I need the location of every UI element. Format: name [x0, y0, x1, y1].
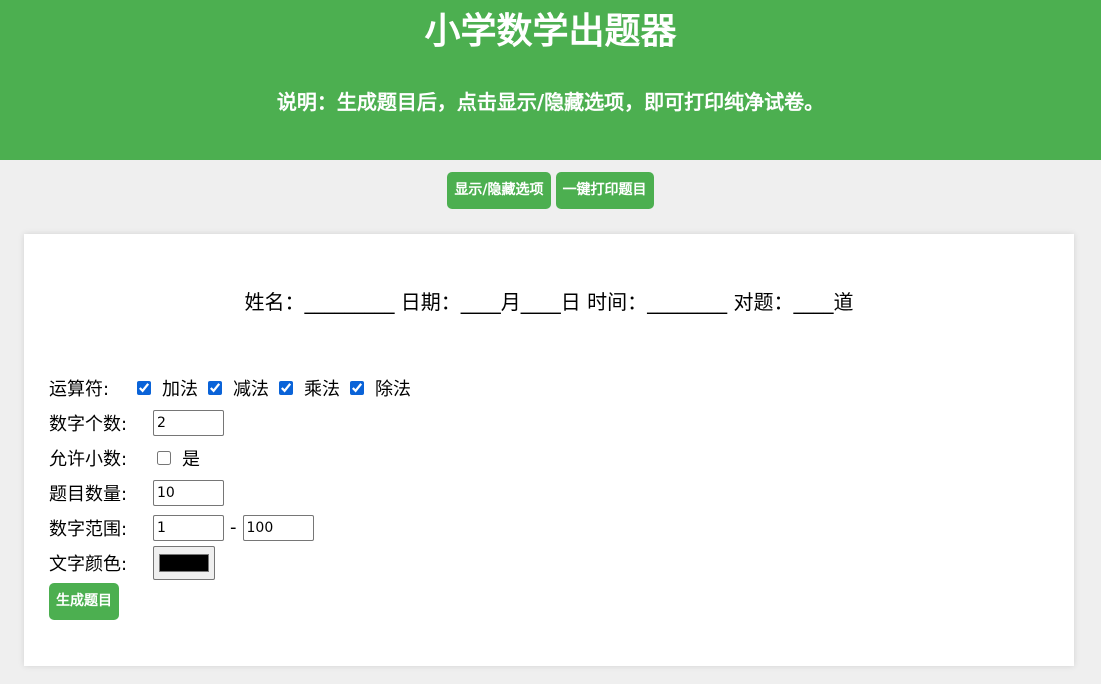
range-row: 数字范围: - [49, 510, 421, 545]
worksheet-card: 姓名：_________ 日期：____月____日 时间：________ 对… [24, 234, 1074, 666]
questions-row: 题目数量: [49, 475, 421, 510]
options-panel: 运算符: 加法 减法 乘法 除法 数字个数: 允许小数: [49, 370, 421, 620]
operator-add[interactable]: 加法 [137, 375, 198, 401]
range-separator: - [230, 517, 237, 538]
add-checkbox[interactable] [137, 380, 151, 395]
student-info-line: 姓名：_________ 日期：____月____日 时间：________ 对… [244, 290, 854, 314]
operator-subtract[interactable]: 减法 [208, 375, 269, 401]
text-color-picker[interactable] [153, 546, 215, 580]
print-button[interactable]: 一键打印题目 [555, 172, 654, 209]
decimal-checkbox[interactable] [157, 450, 171, 465]
toggle-options-button[interactable]: 显示/隐藏选项 [447, 172, 551, 209]
color-preview [159, 554, 209, 572]
operator-divide[interactable]: 除法 [350, 375, 411, 401]
subtract-label: 减法 [233, 378, 269, 400]
questions-label: 题目数量: [49, 483, 128, 505]
range-label: 数字范围: [49, 518, 128, 540]
color-row: 文字颜色: [49, 545, 421, 581]
decimal-option-label: 是 [182, 448, 200, 470]
count-row: 数字个数: [49, 405, 421, 440]
operators-row: 运算符: 加法 减法 乘法 除法 [49, 370, 421, 405]
add-label: 加法 [162, 378, 198, 400]
count-label: 数字个数: [49, 413, 128, 435]
decimal-option[interactable]: 是 [157, 445, 200, 471]
toolbar: 显示/隐藏选项 一键打印题目 [0, 172, 1101, 209]
page-subtitle: 说明：生成题目后，点击显示/隐藏选项，即可打印纯净试卷。 [276, 90, 825, 114]
decimal-row: 允许小数: 是 [49, 440, 421, 475]
page-header: 小学数学出题器 说明：生成题目后，点击显示/隐藏选项，即可打印纯净试卷。 [0, 0, 1101, 160]
range-max-input[interactable] [242, 514, 314, 541]
questions-input[interactable] [153, 479, 224, 506]
operators-label: 运算符: [49, 378, 110, 400]
divide-checkbox[interactable] [350, 380, 364, 395]
divide-label: 除法 [375, 378, 411, 400]
decimal-label: 允许小数: [49, 448, 128, 470]
range-min-input[interactable] [153, 514, 224, 541]
color-label: 文字颜色: [49, 554, 128, 575]
multiply-label: 乘法 [304, 378, 340, 400]
count-input[interactable] [153, 409, 224, 436]
multiply-checkbox[interactable] [279, 380, 293, 395]
page-title: 小学数学出题器 [424, 11, 677, 52]
operator-multiply[interactable]: 乘法 [279, 375, 340, 401]
generate-button[interactable]: 生成题目 [49, 583, 119, 620]
subtract-checkbox[interactable] [208, 380, 222, 395]
